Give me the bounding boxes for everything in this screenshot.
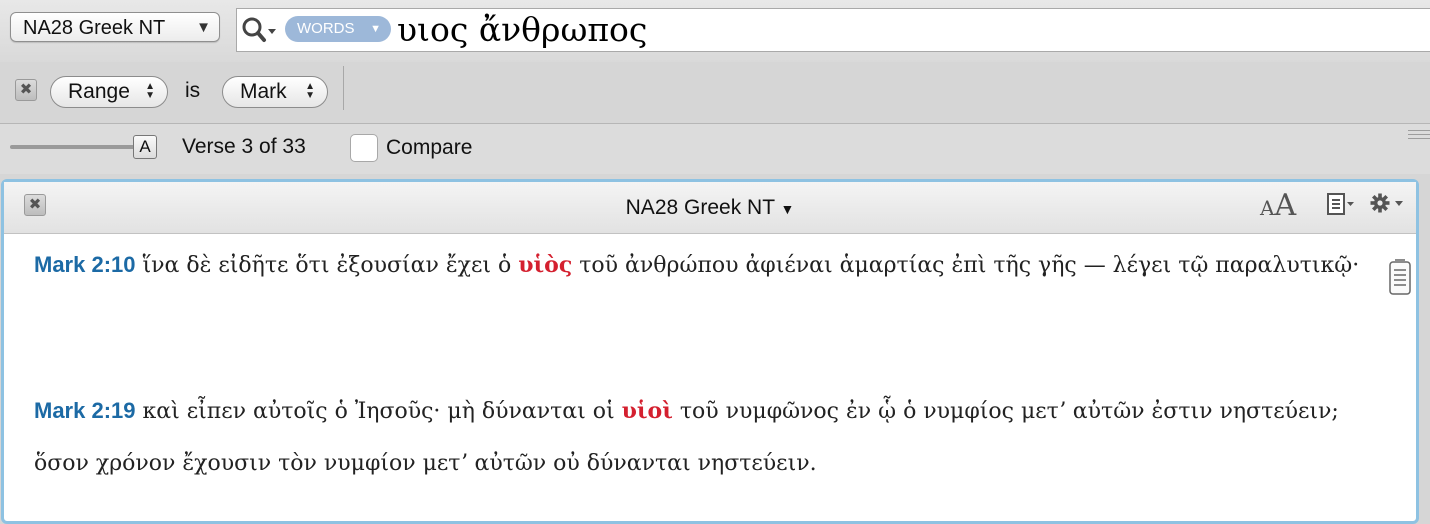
gear-icon[interactable] bbox=[1368, 191, 1406, 217]
magnifier-icon[interactable] bbox=[241, 15, 281, 45]
search-mode-pill[interactable]: WORDS ▼ bbox=[285, 16, 391, 42]
divider bbox=[343, 66, 344, 110]
font-size-icon[interactable]: AA bbox=[1260, 188, 1296, 223]
search-mode-label: WORDS bbox=[297, 20, 355, 37]
verse-text: τοῦ ἀνθρώπου ἀφιέναι ἁμαρτίας ἐπὶ τῆς γῆ… bbox=[579, 253, 1360, 278]
verse-reference-link[interactable]: Mark 2:10 bbox=[34, 252, 136, 277]
filter-value-popup[interactable]: Mark ▲ ▼ bbox=[222, 76, 328, 108]
results-pane: ✖ NA28 Greek NT ▼ AA Mark 2:10 ἵνα δὲ εἰ… bbox=[1, 179, 1419, 524]
search-toolbar: NA28 Greek NT ▼ WORDS ▼ υιος ἄνθρωπος bbox=[0, 0, 1430, 62]
chevron-down-icon: ▼ bbox=[370, 23, 381, 35]
filter-field-label: Range bbox=[68, 80, 130, 103]
verse-slider-thumb[interactable]: A bbox=[133, 135, 157, 159]
search-query[interactable]: υιος ἄνθρωπος bbox=[397, 9, 647, 51]
stepper-arrows-icon: ▲ ▼ bbox=[305, 81, 315, 101]
filter-value-label: Mark bbox=[240, 80, 287, 103]
pane-title[interactable]: NA28 Greek NT ▼ bbox=[4, 196, 1416, 220]
resource-popup-button[interactable]: NA28 Greek NT ▼ bbox=[10, 12, 220, 42]
resource-popup-label: NA28 Greek NT bbox=[23, 17, 166, 39]
verse-slider-track[interactable] bbox=[10, 145, 145, 149]
pane-header: ✖ NA28 Greek NT ▼ AA bbox=[4, 182, 1416, 234]
result-verse-2: Mark 2:19 καὶ εἶπεν αὐτοῖς ὁ Ἰησοῦς· μὴ … bbox=[34, 385, 1374, 490]
filter-bar: ✖ Range ▲ ▼ is Mark ▲ ▼ bbox=[0, 62, 1430, 124]
pane-title-label: NA28 Greek NT bbox=[625, 196, 775, 219]
compare-checkbox[interactable] bbox=[350, 134, 378, 162]
verse-reference-link[interactable]: Mark 2:19 bbox=[34, 398, 136, 423]
resize-grip-icon[interactable] bbox=[1408, 130, 1430, 142]
search-field[interactable]: WORDS ▼ υιος ἄνθρωπος bbox=[236, 8, 1430, 52]
chevron-down-icon: ▼ bbox=[196, 19, 211, 36]
filter-operator: is bbox=[185, 79, 201, 102]
chevron-down-icon: ▼ bbox=[780, 201, 795, 217]
compare-label[interactable]: Compare bbox=[386, 136, 472, 160]
verse-text: ἵνα δὲ εἰδῆτε ὅτι ἐξουσίαν ἔχει ὁ bbox=[142, 253, 512, 278]
stepper-arrows-icon: ▲ ▼ bbox=[145, 81, 155, 101]
verse-text: καὶ εἶπεν αὐτοῖς ὁ Ἰησοῦς· μὴ δύνανται ο… bbox=[142, 399, 615, 424]
remove-filter-button[interactable]: ✖ bbox=[15, 79, 37, 101]
search-hit[interactable]: υἱὸς bbox=[518, 252, 572, 278]
layout-icon[interactable] bbox=[1326, 192, 1356, 216]
verse-count: Verse 3 of 33 bbox=[182, 135, 306, 158]
search-hit[interactable]: υἱοὶ bbox=[622, 398, 673, 424]
close-icon: ✖ bbox=[19, 81, 33, 98]
filter-field-popup[interactable]: Range ▲ ▼ bbox=[50, 76, 168, 108]
result-verse-1: Mark 2:10 ἵνα δὲ εἰδῆτε ὅτι ἐξουσίαν ἔχε… bbox=[34, 239, 1374, 292]
navigation-bar: A Verse 3 of 33 Compare bbox=[0, 124, 1430, 174]
scroll-icon[interactable] bbox=[1388, 258, 1414, 298]
